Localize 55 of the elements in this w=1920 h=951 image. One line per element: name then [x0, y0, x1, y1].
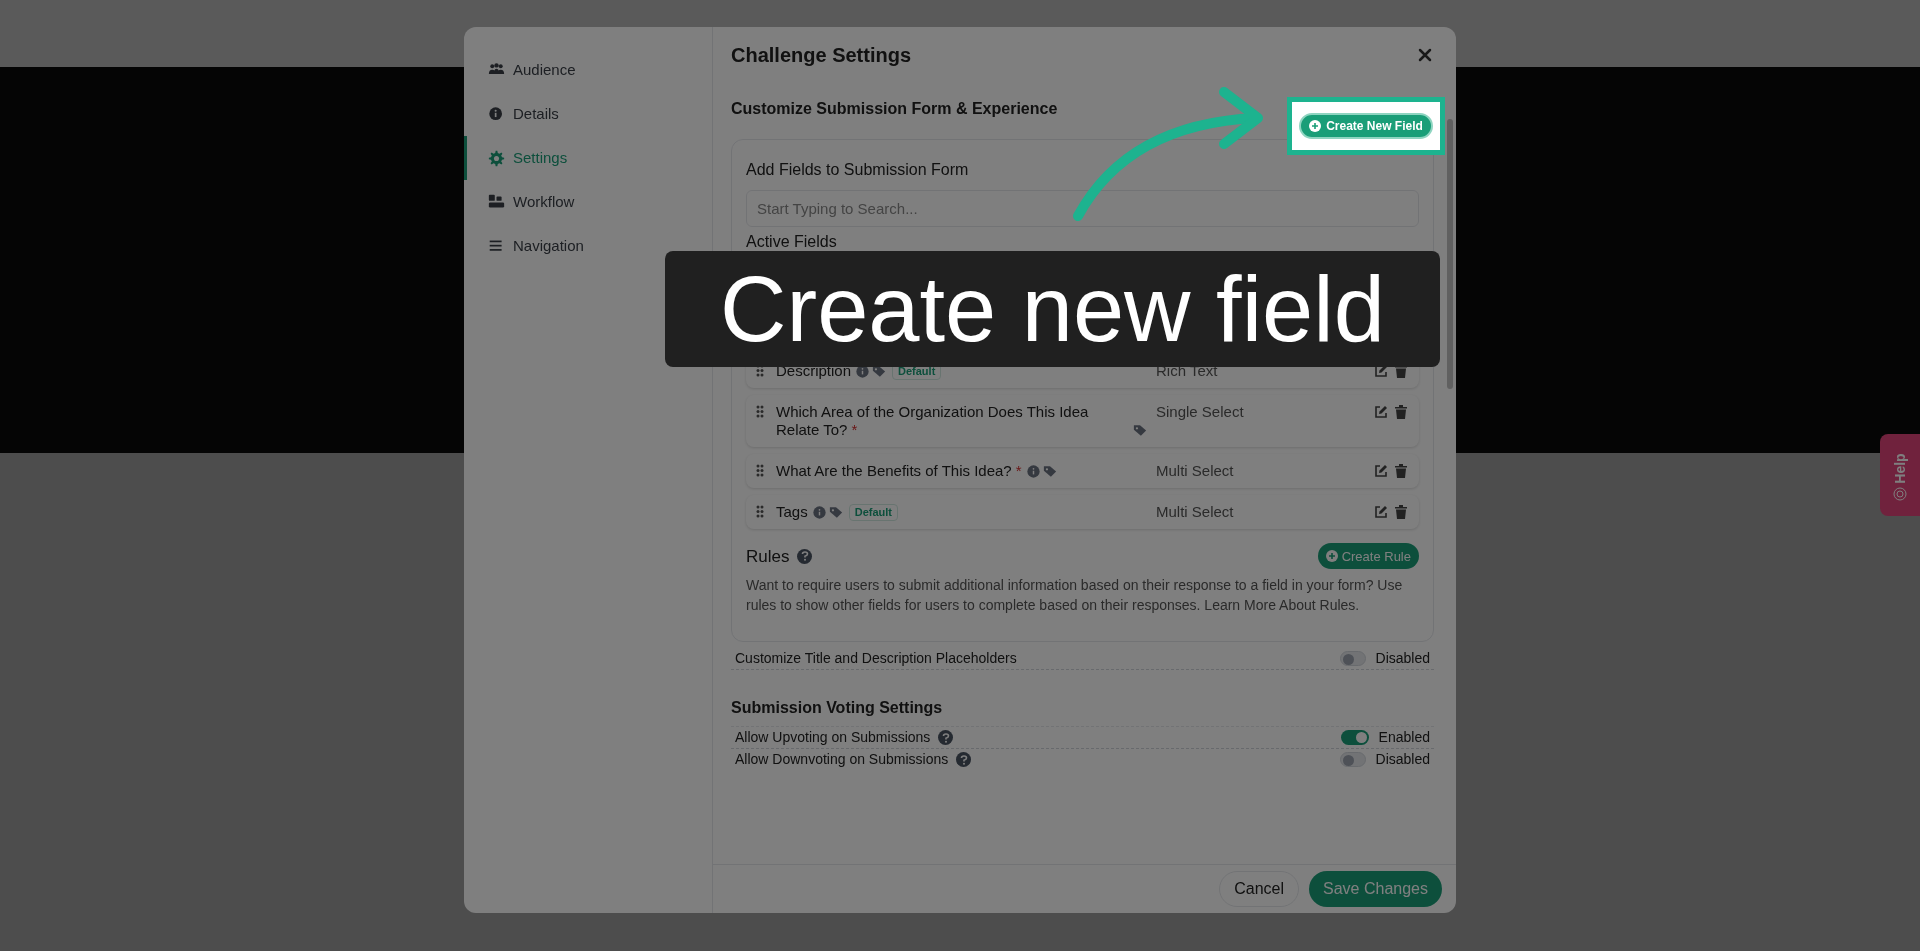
delete-icon[interactable] — [1395, 405, 1407, 420]
sidebar-item[interactable]: Workflow — [464, 180, 712, 224]
setting-label: Customize Title and Description Placeholders — [735, 649, 1017, 669]
sidebar-item[interactable]: Audience — [464, 48, 712, 92]
edit-icon[interactable] — [1374, 364, 1388, 379]
help-icon — [797, 548, 813, 564]
drag-handle-icon[interactable] — [756, 405, 764, 419]
close-icon[interactable] — [1418, 48, 1432, 63]
lifebuoy-icon — [1893, 486, 1907, 501]
setting-label: Allow Downvoting on Submissions — [735, 750, 949, 770]
setting-label: Allow Upvoting on Submissions — [735, 728, 931, 748]
field-name: Tags — [776, 503, 808, 522]
toggle-switch[interactable] — [1340, 730, 1369, 746]
help-tab[interactable]: Help — [1880, 434, 1920, 516]
tag-icon — [1042, 465, 1057, 479]
rules-description: Want to require users to submit additional information based on their response to a field in your form? Use rules to show other fields for users to complete based on their responses. Learn More About Rules. — [746, 576, 1404, 616]
toggle-state: Disabled — [1375, 750, 1430, 770]
search-field[interactable]: Start Typing to Search... — [746, 190, 1419, 228]
drag-handle-icon[interactable] — [756, 505, 764, 519]
tag-icon — [828, 506, 843, 520]
rules-heading: Rules — [746, 545, 790, 568]
plus-circle-icon — [1325, 550, 1338, 563]
info-icon — [488, 105, 505, 123]
tag-icon — [1133, 424, 1147, 438]
scrollbar-thumb[interactable] — [1447, 119, 1453, 390]
field-type: Multi Select — [1156, 503, 1235, 522]
settings-icon — [488, 149, 505, 167]
field-name: Which Area of the Organization Does This Idea Relate To? * — [776, 403, 1090, 440]
edit-icon[interactable] — [1374, 405, 1388, 420]
sidebar-item[interactable]: Details — [464, 92, 712, 136]
field-type: Multi Select — [1156, 462, 1235, 481]
section-heading: Customize Submission Form & Experience — [731, 99, 1058, 120]
toggle-switch[interactable] — [1340, 752, 1366, 768]
field-label: Active Fields — [746, 233, 837, 251]
create-new-field-button[interactable]: Create New Field — [1299, 113, 1433, 139]
default-badge: Default — [848, 504, 898, 522]
field-label: Add Fields to Submission Form — [746, 160, 970, 181]
drag-handle-icon[interactable] — [756, 464, 764, 478]
section-heading: Submission Voting Settings — [731, 698, 944, 719]
delete-icon[interactable] — [1395, 464, 1407, 479]
create-rule-button[interactable]: Create Rule — [1317, 543, 1419, 570]
toggle-state: Enabled — [1378, 728, 1430, 748]
sidebar-item[interactable]: Settings — [464, 136, 712, 180]
callout-tooltip: Create new field — [665, 251, 1440, 367]
workflow-icon — [488, 193, 505, 211]
dialog-title: Challenge Settings — [731, 43, 912, 69]
field-name: What Are the Benefits of This Idea? * — [776, 462, 1022, 481]
toggle-switch[interactable] — [1340, 651, 1366, 667]
edit-icon[interactable] — [1374, 464, 1388, 479]
save-changes-button[interactable]: Save Changes — [1309, 871, 1442, 908]
delete-icon[interactable] — [1395, 505, 1407, 520]
edit-icon[interactable] — [1374, 505, 1388, 520]
toggle-state: Disabled — [1375, 649, 1430, 669]
plus-circle-icon — [1309, 120, 1322, 132]
field-type: Single Select — [1156, 403, 1245, 422]
